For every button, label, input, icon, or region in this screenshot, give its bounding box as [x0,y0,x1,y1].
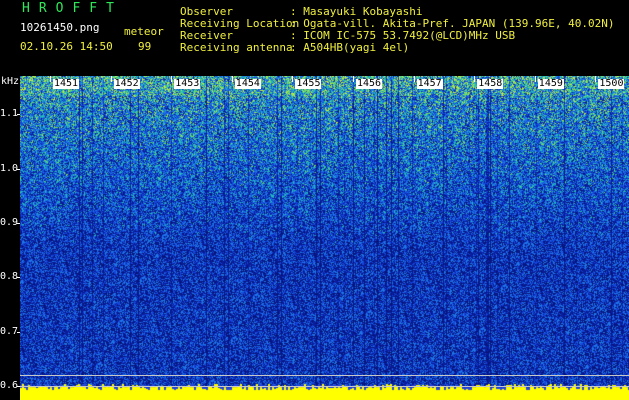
info-label-antenna: Receiving antenna [180,41,293,54]
x-tick-label: 1452 [113,78,140,89]
x-tick-label: 1459 [537,78,564,89]
frequency-unit: kHz [1,76,20,87]
header: HROFFT 10261450.png meteor 02.10.26 14:5… [0,0,629,76]
filename: 10261450.png [20,21,100,34]
detection-count: 99 [138,40,152,53]
y-tick-label: 1.0 [0,162,18,174]
x-tick-mark [110,76,112,82]
x-tick-label: 1500 [598,78,625,89]
x-tick-mark [595,76,597,82]
spectrogram: 1451 1452 1453 1454 1455 1456 1457 1458 1459 1500 [20,76,629,400]
x-tick-label: 1453 [174,78,201,89]
mode-label: meteor [124,25,164,38]
x-tick-mark [292,76,294,82]
x-tick-label: 1455 [295,78,322,89]
x-tick-label: 1457 [416,78,443,89]
x-tick-mark [171,76,173,82]
y-tick-label: 0.6 [0,380,18,392]
x-tick-mark [534,76,536,82]
logo: HROFFT [22,1,123,16]
info-value-antenna: : A504HB(yagi 4el) [290,41,410,54]
x-tick-mark [50,76,51,82]
x-tick-mark [353,76,354,82]
reference-line [20,375,629,377]
x-tick-mark [474,76,476,82]
y-tick-label: 0.9 [0,217,18,229]
x-tick-label: 1454 [234,78,261,89]
datetime: 02.10.26 14:50 [20,40,113,53]
y-tick-label: 0.8 [0,271,18,283]
reference-line [20,386,629,388]
x-tick-label: 1451 [53,78,80,89]
x-tick-mark [413,76,415,82]
frequency-axis: kHz 1.1 1.0 0.9 0.8 0.7 0.6 [0,76,20,400]
y-tick-label: 1.1 [0,108,18,120]
x-tick-label: 1456 [356,78,383,89]
y-tick-label: 0.7 [0,325,18,337]
x-tick-label: 1458 [477,78,504,89]
x-tick-mark [231,76,233,82]
spectrogram-canvas [20,76,629,400]
